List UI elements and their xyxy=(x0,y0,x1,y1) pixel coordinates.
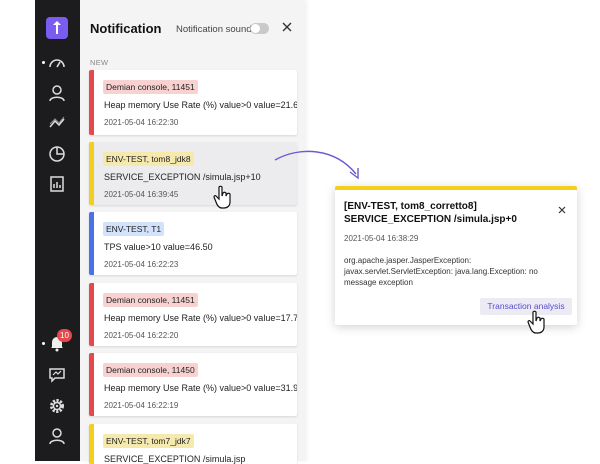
severity-stripe xyxy=(89,353,94,416)
logo[interactable] xyxy=(46,17,68,39)
card-tag: ENV-TEST, tom8_jdk8 xyxy=(103,152,194,166)
notification-detail-popup: [ENV-TEST, tom8_corretto8] SERVICE_EXCEP… xyxy=(335,186,577,325)
notification-card[interactable]: ENV-TEST, tom7_jdk7 SERVICE_EXCEPTION /s… xyxy=(89,424,297,464)
severity-stripe xyxy=(89,70,94,135)
card-message: SERVICE_EXCEPTION /simula.jsp xyxy=(104,454,246,464)
card-tag: Demian console, 11450 xyxy=(103,363,198,377)
sound-toggle-label: Notification sounds xyxy=(176,24,257,35)
severity-stripe xyxy=(89,212,94,275)
close-icon[interactable] xyxy=(557,202,567,214)
card-timestamp: 2021-05-04 16:22:19 xyxy=(104,401,179,410)
panel-title: Notification xyxy=(90,21,162,36)
section-label: NEW xyxy=(90,58,109,67)
card-message: TPS value>10 value=46.50 xyxy=(104,242,213,252)
notification-card[interactable]: ENV-TEST, T1 TPS value>10 value=46.50 20… xyxy=(89,212,297,275)
transaction-analysis-button[interactable]: Transaction analysis xyxy=(480,298,572,315)
popup-timestamp: 2021-05-04 16:38:29 xyxy=(344,234,419,243)
card-message: Heap memory Use Rate (%) value>0 value=2… xyxy=(104,100,297,110)
popup-title: [ENV-TEST, tom8_corretto8] SERVICE_EXCEP… xyxy=(344,201,517,225)
card-tag: ENV-TEST, T1 xyxy=(103,222,165,236)
card-timestamp: 2021-05-04 16:22:20 xyxy=(104,331,179,340)
card-message: Heap memory Use Rate (%) value>0 value=3… xyxy=(104,383,297,393)
report-icon[interactable] xyxy=(46,173,68,195)
severity-stripe xyxy=(89,283,94,346)
card-tag: Demian console, 11451 xyxy=(103,293,198,307)
trend-icon[interactable] xyxy=(46,112,68,134)
card-timestamp: 2021-05-04 16:22:30 xyxy=(104,118,179,127)
active-indicator xyxy=(42,61,45,64)
gear-icon[interactable] xyxy=(46,395,68,417)
notification-card[interactable]: Demian console, 11451 Heap memory Use Ra… xyxy=(89,283,297,346)
card-tag: ENV-TEST, tom7_jdk7 xyxy=(103,434,194,448)
notification-count-badge: 10 xyxy=(57,329,72,342)
popup-message: org.apache.jasper.JasperException: javax… xyxy=(344,256,538,287)
card-timestamp: 2021-05-04 16:39:45 xyxy=(104,190,179,199)
card-message: Heap memory Use Rate (%) value>0 value=1… xyxy=(104,313,297,323)
hand-cursor-icon xyxy=(527,310,547,334)
notification-card[interactable]: Demian console, 11451 Heap memory Use Ra… xyxy=(89,70,297,135)
card-tag: Demian console, 11451 xyxy=(103,80,198,94)
severity-stripe xyxy=(89,142,94,205)
hand-cursor-icon xyxy=(213,185,233,209)
notification-card[interactable]: ENV-TEST, tom8_jdk8 SERVICE_EXCEPTION /s… xyxy=(89,142,297,205)
account-icon[interactable] xyxy=(46,425,68,447)
user-icon[interactable] xyxy=(46,82,68,104)
severity-stripe xyxy=(89,424,94,464)
flow-arrow-icon xyxy=(274,150,359,180)
card-timestamp: 2021-05-04 16:22:23 xyxy=(104,260,179,269)
chart-message-icon[interactable] xyxy=(46,364,68,386)
active-indicator xyxy=(42,342,45,345)
pie-chart-icon[interactable] xyxy=(46,143,68,165)
close-icon[interactable] xyxy=(280,20,294,34)
dashboard-icon[interactable] xyxy=(46,52,68,74)
card-message: SERVICE_EXCEPTION /simula.jsp+10 xyxy=(104,172,261,182)
toggle-knob xyxy=(251,24,260,33)
sound-toggle[interactable] xyxy=(250,23,269,34)
notification-card[interactable]: Demian console, 11450 Heap memory Use Ra… xyxy=(89,353,297,416)
